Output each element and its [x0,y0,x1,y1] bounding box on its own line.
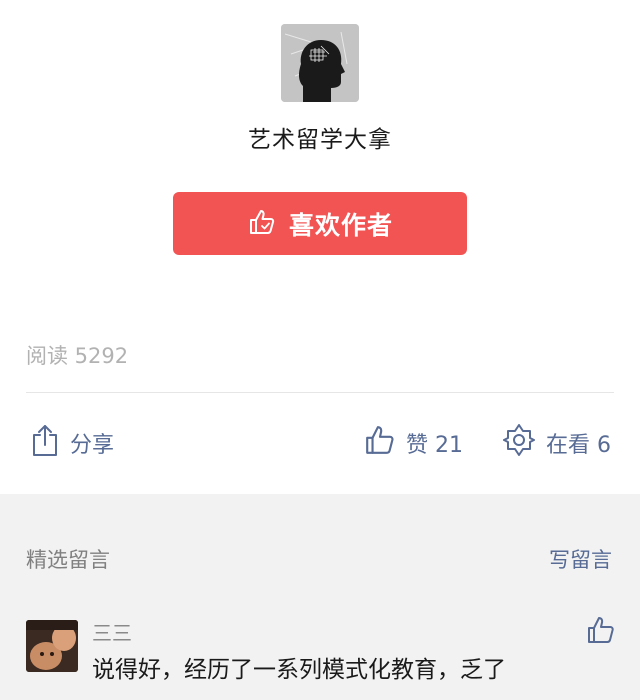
comment-like-button[interactable] [586,615,616,645]
like-author-button[interactable]: 喜欢作者 [173,192,467,255]
share-icon [30,423,60,463]
thumbs-up-icon [247,207,277,241]
share-button[interactable]: 分享 [30,423,114,463]
like-button[interactable]: 赞 21 [364,423,463,463]
comment-text: 说得好，经历了一系列模式化教育，乏了 [92,657,506,683]
thumbs-up-icon [586,617,616,649]
divider [26,392,614,393]
like-count: 赞 21 [406,433,463,458]
comments-title: 精选留言 [26,548,110,572]
comment-author: 三三 [92,621,132,645]
wow-star-icon [502,423,536,463]
write-comment-link[interactable]: 写留言 [549,544,612,574]
share-label: 分享 [70,433,115,458]
like-author-label: 喜欢作者 [288,210,393,240]
author-name[interactable]: 艺术留学大拿 [0,120,640,154]
wow-count: 在看 6 [546,433,611,458]
wow-button[interactable]: 在看 6 [502,423,611,463]
comment-avatar[interactable] [26,620,78,672]
read-count: 阅读 5292 [26,344,129,368]
author-avatar[interactable] [281,24,359,102]
thumbs-up-icon [364,424,396,462]
